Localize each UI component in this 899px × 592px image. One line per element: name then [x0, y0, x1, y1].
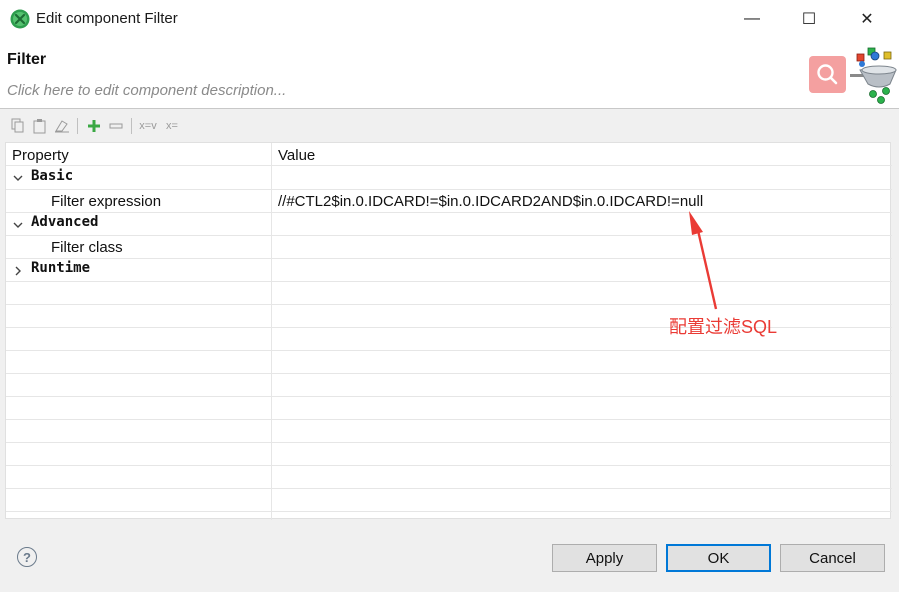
cancel-button[interactable]: Cancel [780, 544, 885, 572]
annotation-arrow [689, 211, 718, 310]
ok-button[interactable]: OK [666, 544, 771, 572]
annotation-text: 配置过滤SQL [669, 317, 778, 337]
help-icon[interactable]: ? [17, 547, 37, 567]
apply-button[interactable]: Apply [552, 544, 657, 572]
